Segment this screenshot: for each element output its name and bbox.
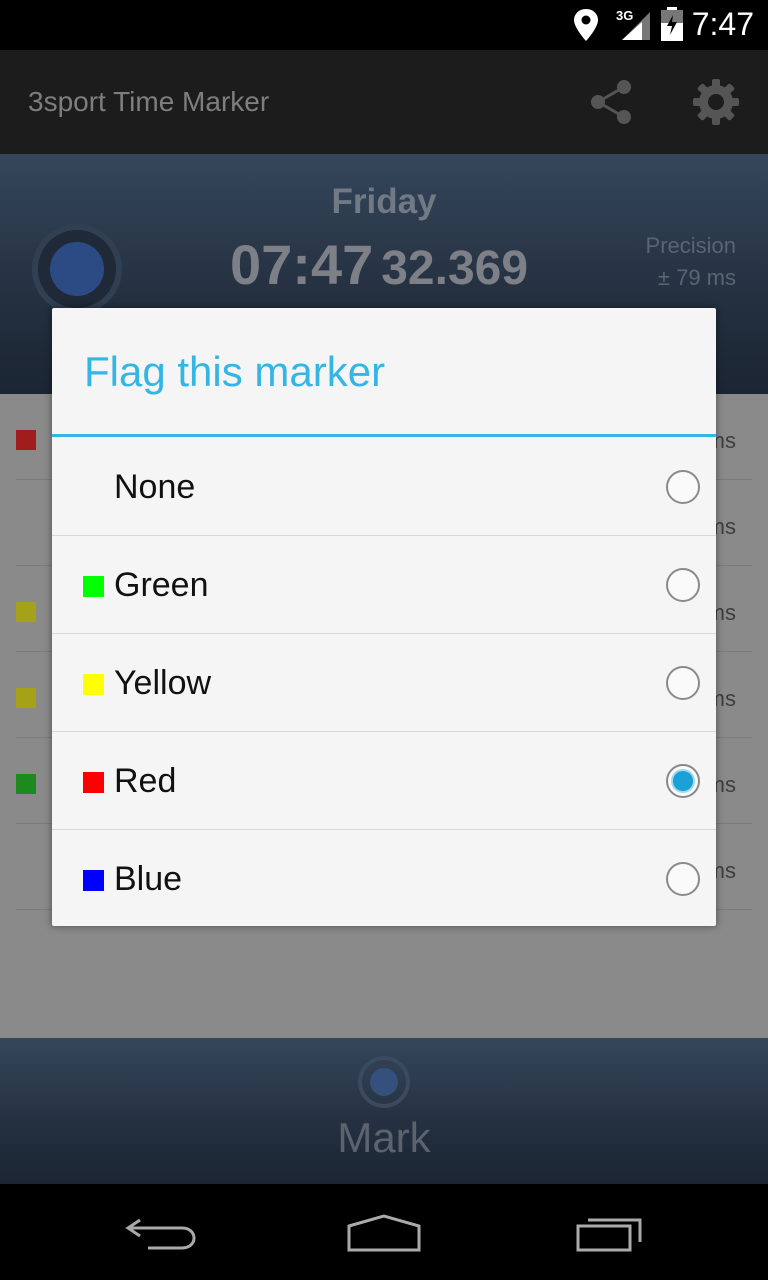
current-time: 07:47 32.369	[230, 232, 528, 297]
location-icon	[572, 8, 600, 47]
gear-icon	[693, 79, 739, 125]
time-main: 07:47	[230, 233, 374, 296]
radio-button-selected[interactable]	[666, 764, 700, 798]
share-icon	[591, 80, 631, 124]
yellow-swatch	[83, 674, 104, 695]
clock-time: 7:47	[691, 6, 754, 42]
signal-icon: 3G	[614, 6, 654, 47]
flag-marker-dialog: Flag this marker None Green Yellow Red B…	[52, 308, 716, 926]
option-blue[interactable]: Blue	[52, 830, 716, 926]
home-button[interactable]	[334, 1212, 434, 1256]
recent-apps-icon	[576, 1218, 642, 1252]
app-title: 3sport Time Marker	[28, 86, 270, 117]
precision-label: Precision	[645, 233, 736, 258]
recent-apps-button[interactable]	[558, 1212, 658, 1256]
mark-indicator-dot	[370, 1068, 398, 1096]
title-divider	[52, 434, 716, 437]
red-swatch	[83, 772, 104, 793]
status-indicator	[32, 224, 122, 314]
navigation-bar	[0, 1184, 768, 1280]
option-label: Blue	[114, 860, 183, 898]
option-red[interactable]: Red	[52, 732, 716, 830]
home-icon	[347, 1214, 421, 1252]
network-type-label: 3G	[616, 8, 633, 23]
back-button[interactable]	[110, 1212, 210, 1256]
precision-info: Precision ± 79 ms	[646, 230, 736, 294]
back-icon	[125, 1218, 196, 1250]
radio-button[interactable]	[666, 568, 700, 602]
option-green[interactable]: Green	[52, 536, 716, 634]
option-yellow[interactable]: Yellow	[52, 634, 716, 732]
radio-button[interactable]	[666, 470, 700, 504]
time-milliseconds: 32.369	[381, 242, 529, 295]
settings-button[interactable]	[690, 76, 742, 128]
flag-swatch	[16, 430, 36, 450]
mark-indicator	[358, 1056, 410, 1108]
radio-button[interactable]	[666, 862, 700, 896]
flag-swatch	[16, 688, 36, 708]
option-none[interactable]: None	[52, 438, 716, 536]
action-bar: 3sport Time Marker	[0, 50, 768, 154]
battery-icon	[660, 7, 684, 46]
radio-button[interactable]	[666, 666, 700, 700]
green-swatch	[83, 576, 104, 597]
day-label: Friday	[331, 182, 437, 221]
status-bar: 3G 7:47	[0, 0, 768, 50]
flag-swatch	[16, 602, 36, 622]
radio-selected-dot	[673, 771, 693, 791]
screen: 3G 7:47 3sport Time Marker Friday 07:47 …	[0, 0, 768, 1280]
precision-value: ± 79 ms	[657, 265, 736, 290]
option-label: None	[114, 468, 196, 506]
blue-swatch	[83, 870, 104, 891]
flag-swatch	[16, 774, 36, 794]
option-label: Green	[114, 566, 209, 604]
share-button[interactable]	[586, 76, 638, 128]
option-label: Red	[114, 762, 177, 800]
dialog-title: Flag this marker	[84, 348, 386, 395]
mark-label: Mark	[337, 1114, 431, 1161]
option-label: Yellow	[114, 664, 212, 702]
status-indicator-dot	[50, 242, 104, 296]
mark-button[interactable]: Mark	[0, 1038, 768, 1184]
